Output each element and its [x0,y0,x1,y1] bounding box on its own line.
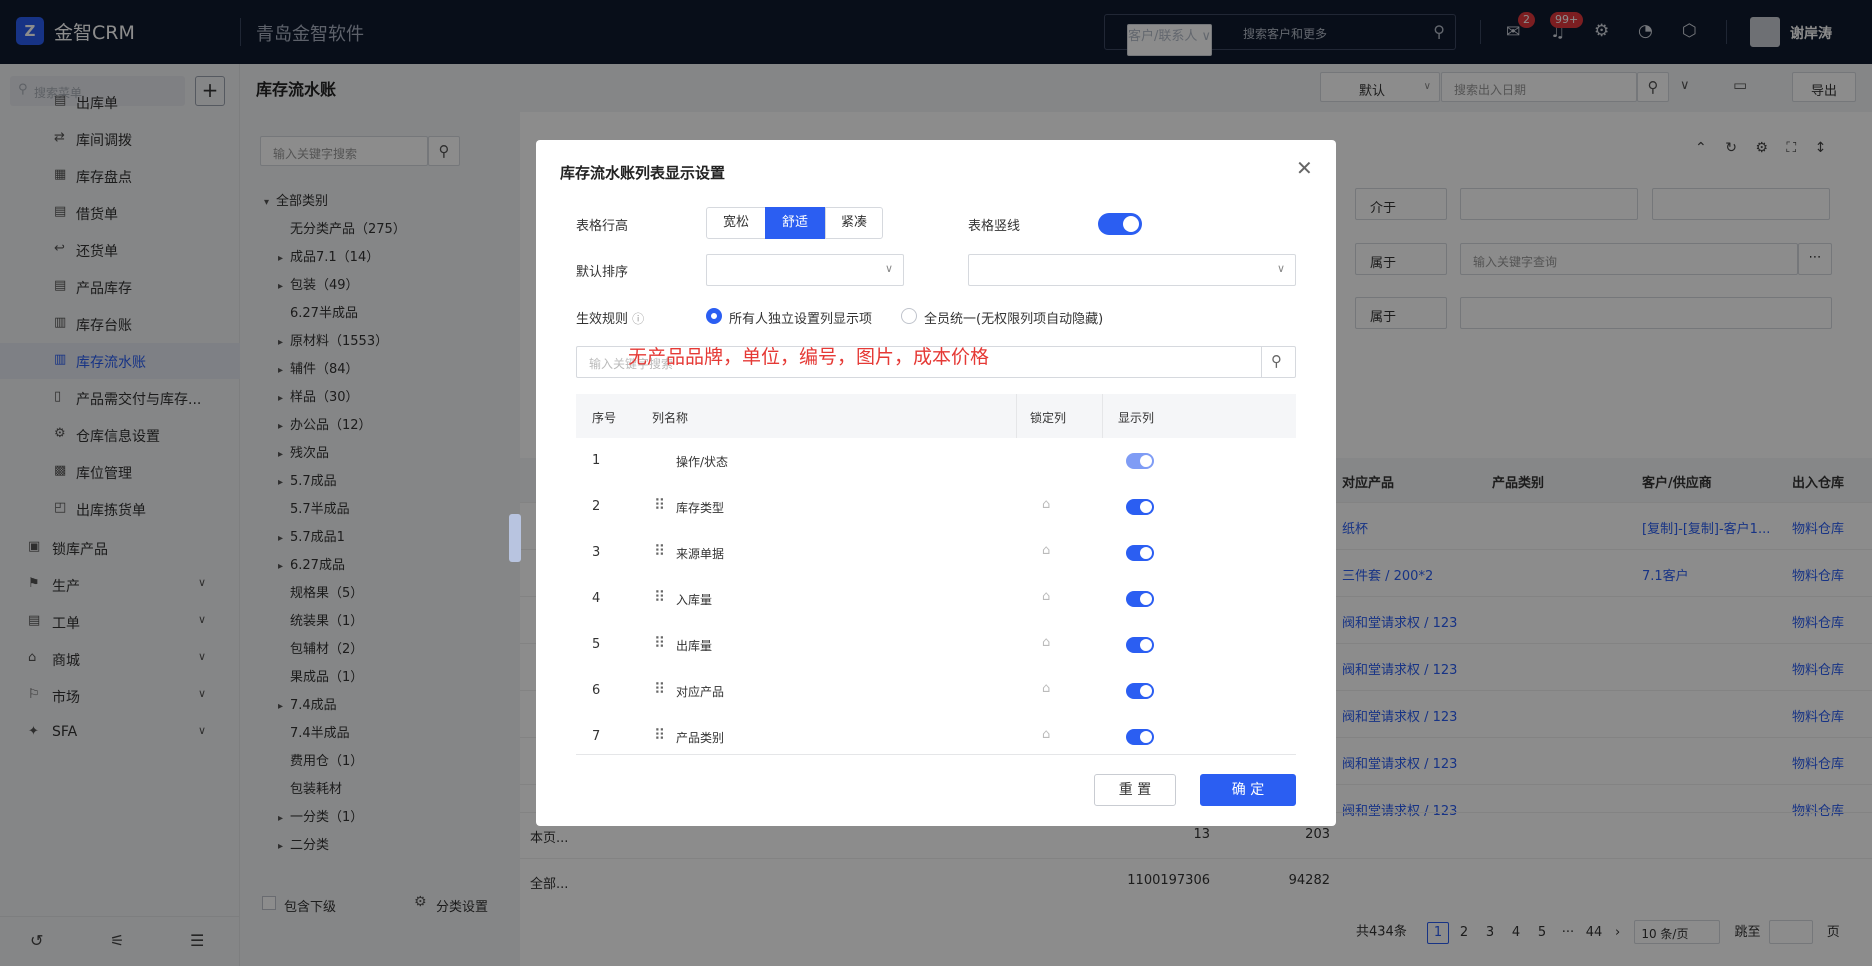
show-column-toggle[interactable] [1126,591,1154,607]
unlock-icon[interactable]: ⌂ [1042,727,1050,742]
row-seq: 3 [592,545,601,560]
row-height-comfort[interactable]: 舒适 [765,207,825,239]
column-name: 操作/状态 [676,455,729,469]
column-name: 产品类别 [676,731,725,745]
th-name: 列名称 [652,411,689,425]
row-seq: 1 [592,453,601,468]
row-seq: 2 [592,499,601,514]
annotation-text: 无产品品牌，单位，编号，图片，成本价格 [628,346,990,368]
column-name: 入库量 [676,593,713,607]
th-lock: 锁定列 [1030,411,1067,425]
unlock-icon[interactable]: ⌂ [1042,543,1050,558]
close-icon[interactable]: ✕ [1296,156,1313,180]
show-column-toggle[interactable] [1126,499,1154,515]
row-seq: 4 [592,591,601,606]
column-name: 出库量 [676,639,713,653]
drag-handle-icon[interactable]: ⠿ [654,726,665,744]
rule-unified-radio[interactable] [901,308,917,324]
help-icon[interactable]: ⓘ [632,312,644,326]
unlock-icon[interactable]: ⌂ [1042,681,1050,696]
column-name: 对应产品 [676,685,725,699]
th-seq: 序号 [592,411,617,425]
drag-handle-icon[interactable]: ⠿ [654,588,665,606]
row-seq: 6 [592,683,601,698]
rule-individual-radio[interactable] [706,308,722,324]
column-row: 2 ⠿ 库存类型 ⌂ [576,484,1296,530]
th-show: 显示列 [1118,411,1155,425]
column-row: 5 ⠿ 出库量 ⌂ [576,622,1296,668]
column-name: 来源单据 [676,547,725,561]
column-name: 库存类型 [676,501,725,515]
row-seq: 7 [592,729,601,744]
drag-handle-icon[interactable]: ⠿ [654,634,665,652]
vline-label: 表格竖线 [968,219,1021,234]
drag-handle-icon[interactable]: ⠿ [654,496,665,514]
show-column-toggle[interactable] [1126,637,1154,653]
column-row: 4 ⠿ 入库量 ⌂ [576,576,1296,622]
sort-field-select[interactable]: ∨ [706,254,904,286]
sort-order-select[interactable]: ∨ [968,254,1296,286]
row-height-loose[interactable]: 宽松 [706,207,766,239]
rule-unified-label[interactable]: 全员统一(无权限列项自动隐藏) [924,308,1103,327]
search-icon[interactable]: ⚲ [1271,352,1282,370]
show-column-toggle[interactable] [1126,683,1154,699]
row-height-compact[interactable]: 紧凑 [825,207,883,239]
column-settings-dialog: 库存流水账列表显示设置 ✕ 表格行高 宽松 舒适 紧凑 表格竖线 默认排序 ∨ … [536,140,1336,826]
column-row: 6 ⠿ 对应产品 ⌂ [576,668,1296,714]
reset-button[interactable]: 重 置 [1094,774,1176,806]
chevron-down-icon: ∨ [1276,262,1285,275]
row-height-label: 表格行高 [576,219,629,234]
columns-table-header: 序号 列名称 锁定列 显示列 [576,394,1296,438]
unlock-icon[interactable]: ⌂ [1042,635,1050,650]
rule-individual-label[interactable]: 所有人独立设置列显示项 [729,308,872,327]
vline-toggle[interactable] [1098,213,1142,235]
show-column-toggle [1126,453,1154,469]
show-column-toggle[interactable] [1126,545,1154,561]
panel-collapse-handle[interactable] [509,514,521,562]
show-column-toggle[interactable] [1126,729,1154,745]
drag-handle-icon[interactable]: ⠿ [654,680,665,698]
confirm-button[interactable]: 确 定 [1200,774,1296,806]
chevron-down-icon: ∨ [884,262,893,275]
dialog-title: 库存流水账列表显示设置 [560,164,726,182]
drag-handle-icon[interactable]: ⠿ [654,542,665,560]
rule-label: 生效规则 ⓘ [576,312,645,327]
unlock-icon[interactable]: ⌂ [1042,589,1050,604]
default-sort-label: 默认排序 [576,265,629,280]
row-seq: 5 [592,637,601,652]
unlock-icon[interactable]: ⌂ [1042,497,1050,512]
column-row: 3 ⠿ 来源单据 ⌂ [576,530,1296,576]
column-row: 1 操作/状态 [576,438,1296,484]
column-row: 7 ⠿ 产品类别 ⌂ [576,714,1296,754]
